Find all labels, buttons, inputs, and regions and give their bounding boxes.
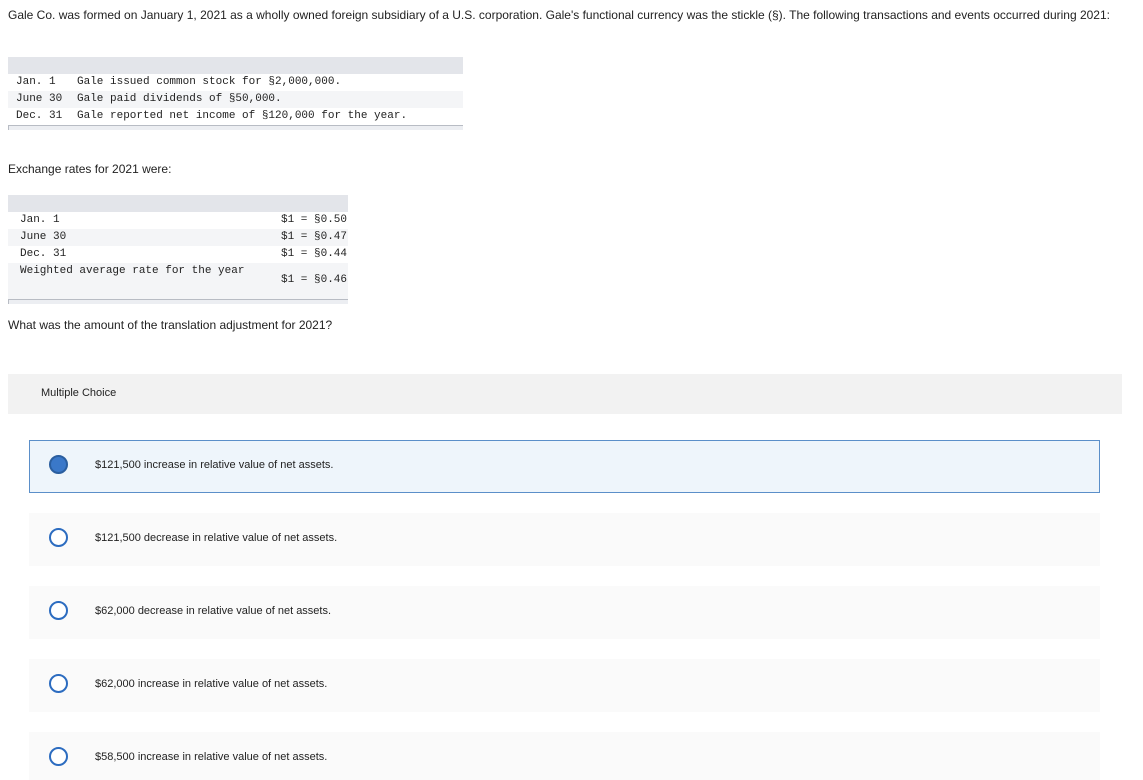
choice-label: $121,500 decrease in relative value of n… bbox=[95, 532, 338, 544]
rate-value: $1 = §0.47 bbox=[280, 231, 347, 243]
table-row: Jan. 1 Gale issued common stock for §2,00… bbox=[8, 74, 463, 91]
question-page: Gale Co. was formed on January 1, 2021 a… bbox=[0, 0, 1143, 780]
rate-value: $1 = §0.44 bbox=[280, 248, 347, 260]
transaction-date: June 30 bbox=[16, 93, 63, 105]
rate-date: Jan. 1 bbox=[20, 214, 60, 226]
exchange-rates-table: Jan. 1 $1 = §0.50 June 30 $1 = §0.47 Dec… bbox=[8, 195, 348, 304]
radio-icon[interactable] bbox=[49, 528, 68, 547]
transactions-table: Jan. 1 Gale issued common stock for §2,00… bbox=[8, 57, 463, 130]
multiple-choice-header: Multiple Choice bbox=[8, 374, 1122, 414]
problem-intro: Gale Co. was formed on January 1, 2021 a… bbox=[8, 8, 1110, 22]
transaction-text: Gale paid dividends of §50,000. bbox=[77, 93, 282, 105]
choice-label: $58,500 increase in relative value of ne… bbox=[95, 751, 328, 763]
table-footer-bar bbox=[8, 299, 348, 304]
choice-option[interactable]: $62,000 decrease in relative value of ne… bbox=[29, 586, 1100, 639]
choice-option[interactable]: $121,500 increase in relative value of n… bbox=[29, 440, 1100, 493]
table-row: June 30 $1 = §0.47 bbox=[8, 229, 348, 246]
table-row: Dec. 31 $1 = §0.44 bbox=[8, 246, 348, 263]
rate-value: $1 = §0.46 bbox=[280, 274, 347, 286]
rate-date: Weighted average rate for the year bbox=[20, 265, 245, 277]
choice-option[interactable]: $58,500 increase in relative value of ne… bbox=[29, 732, 1100, 780]
multiple-choice-label: Multiple Choice bbox=[41, 387, 117, 399]
table-footer-bar bbox=[8, 125, 463, 130]
transaction-date: Dec. 31 bbox=[16, 110, 63, 122]
question-text: What was the amount of the translation a… bbox=[8, 318, 333, 332]
table-row: Weighted average rate for the year $1 = … bbox=[8, 263, 348, 299]
choice-option[interactable]: $121,500 decrease in relative value of n… bbox=[29, 513, 1100, 566]
transaction-date: Jan. 1 bbox=[16, 76, 56, 88]
radio-selected-icon[interactable] bbox=[49, 455, 68, 474]
table-row: June 30 Gale paid dividends of §50,000. bbox=[8, 91, 463, 108]
table-header-bar bbox=[8, 195, 348, 212]
rate-date: Dec. 31 bbox=[20, 248, 67, 260]
transaction-text: Gale issued common stock for §2,000,000. bbox=[77, 76, 342, 88]
table-header-bar bbox=[8, 57, 463, 74]
choice-label: $121,500 increase in relative value of n… bbox=[95, 459, 334, 471]
rate-date: June 30 bbox=[20, 231, 67, 243]
radio-icon[interactable] bbox=[49, 601, 68, 620]
table-row: Dec. 31 Gale reported net income of §120,… bbox=[8, 108, 463, 125]
rate-value: $1 = §0.50 bbox=[280, 214, 347, 226]
choice-label: $62,000 increase in relative value of ne… bbox=[95, 678, 328, 690]
table-row: Jan. 1 $1 = §0.50 bbox=[8, 212, 348, 229]
exchange-rates-label: Exchange rates for 2021 were: bbox=[8, 162, 172, 176]
radio-icon[interactable] bbox=[49, 747, 68, 766]
choice-option[interactable]: $62,000 increase in relative value of ne… bbox=[29, 659, 1100, 712]
choice-label: $62,000 decrease in relative value of ne… bbox=[95, 605, 332, 617]
transaction-text: Gale reported net income of §120,000 for… bbox=[77, 110, 408, 122]
radio-icon[interactable] bbox=[49, 674, 68, 693]
